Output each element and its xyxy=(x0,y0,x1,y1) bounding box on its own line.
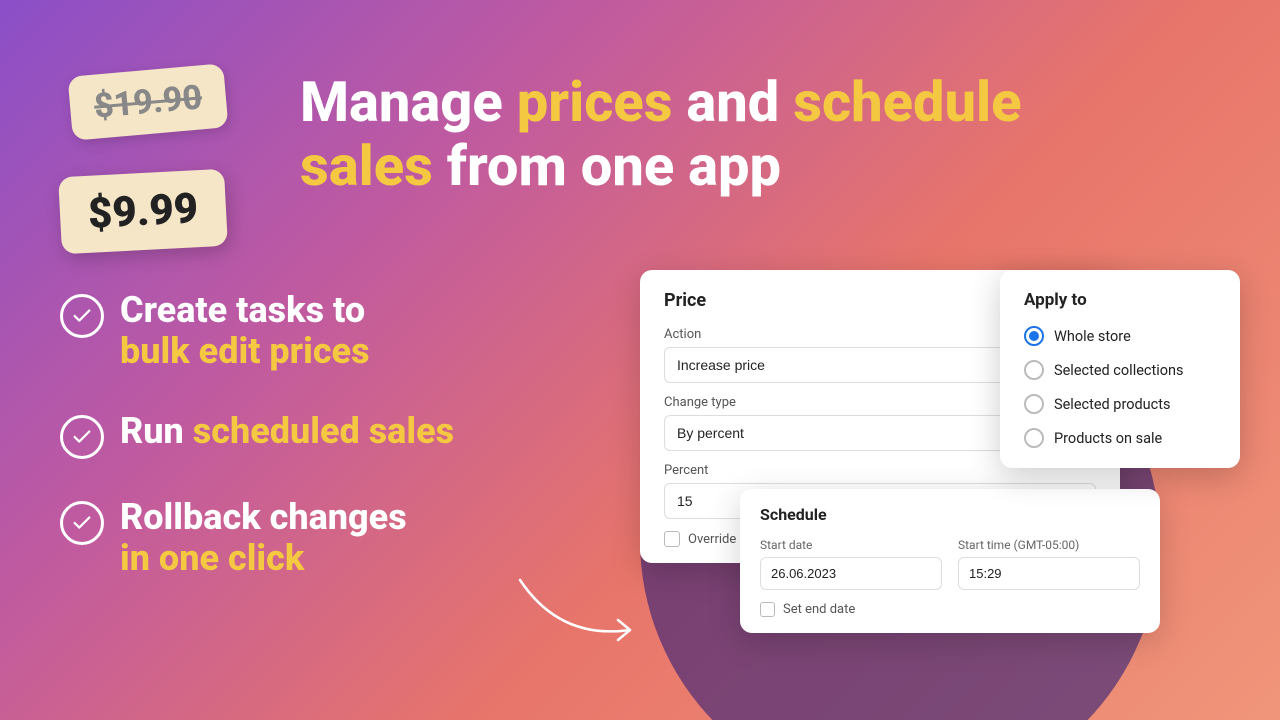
feature-text-3: Rollback changesin one click xyxy=(120,497,407,580)
apply-to-title: Apply to xyxy=(1024,290,1216,310)
background: $19.90 $9.99 Manage prices and schedule … xyxy=(0,0,1280,720)
old-price-value: $19.90 xyxy=(92,77,203,126)
price-tags: $19.90 $9.99 xyxy=(60,70,280,250)
override-checkbox[interactable] xyxy=(664,531,680,547)
feature-item-1: Create tasks tobulk edit prices xyxy=(60,290,454,373)
feature-text-1: Create tasks tobulk edit prices xyxy=(120,290,370,373)
start-time-field: Start time (GMT-05:00) xyxy=(958,538,1140,590)
radio-circle-selected-products xyxy=(1024,394,1044,414)
feature-text-2: Run scheduled sales xyxy=(120,411,454,452)
old-price-tag: $19.90 xyxy=(68,63,229,140)
schedule-card-title: Schedule xyxy=(760,505,1140,524)
end-date-checkbox[interactable] xyxy=(760,602,775,617)
check-icon-3 xyxy=(60,501,104,545)
radio-label-selected-products: Selected products xyxy=(1054,396,1170,413)
end-date-label: Set end date xyxy=(783,602,855,617)
radio-selected-products[interactable]: Selected products xyxy=(1024,394,1216,414)
check-icon-1 xyxy=(60,294,104,338)
radio-selected-collections[interactable]: Selected collections xyxy=(1024,360,1216,380)
features-list: Create tasks tobulk edit prices Run sche… xyxy=(60,290,454,618)
headline: Manage prices and schedule sales from on… xyxy=(300,70,1180,199)
set-end-date-row: Set end date xyxy=(760,602,1140,617)
schedule-card: Schedule Start date Start time (GMT-05:0… xyxy=(740,489,1160,633)
start-time-label: Start time (GMT-05:00) xyxy=(958,538,1140,552)
headline-accent-prices: prices xyxy=(517,69,673,135)
feature-item-3: Rollback changesin one click xyxy=(60,497,454,580)
radio-circle-selected-collections xyxy=(1024,360,1044,380)
new-price-tag: $9.99 xyxy=(58,169,228,255)
start-date-label: Start date xyxy=(760,538,942,552)
apply-to-card: Apply to Whole store Selected collection… xyxy=(1000,270,1240,468)
start-date-input[interactable] xyxy=(760,557,942,590)
headline-accent-sales: sales xyxy=(300,133,433,199)
radio-label-whole-store: Whole store xyxy=(1054,328,1131,345)
headline-accent-schedule: schedule xyxy=(793,69,1021,135)
radio-circle-whole-store xyxy=(1024,326,1044,346)
check-icon-2 xyxy=(60,415,104,459)
arrow-curve xyxy=(500,560,660,660)
start-date-field: Start date xyxy=(760,538,942,590)
start-time-input[interactable] xyxy=(958,557,1140,590)
ui-cards-container: Price Action Change type Percent Overrid… xyxy=(640,270,1240,563)
radio-label-selected-collections: Selected collections xyxy=(1054,362,1184,379)
headline-text: Manage prices and schedule sales from on… xyxy=(300,70,1180,199)
radio-products-on-sale[interactable]: Products on sale xyxy=(1024,428,1216,448)
schedule-date-time-row: Start date Start time (GMT-05:00) xyxy=(760,538,1140,590)
radio-circle-products-on-sale xyxy=(1024,428,1044,448)
radio-label-products-on-sale: Products on sale xyxy=(1054,430,1162,447)
new-price-value: $9.99 xyxy=(87,184,200,239)
feature-item-2: Run scheduled sales xyxy=(60,411,454,459)
radio-whole-store[interactable]: Whole store xyxy=(1024,326,1216,346)
